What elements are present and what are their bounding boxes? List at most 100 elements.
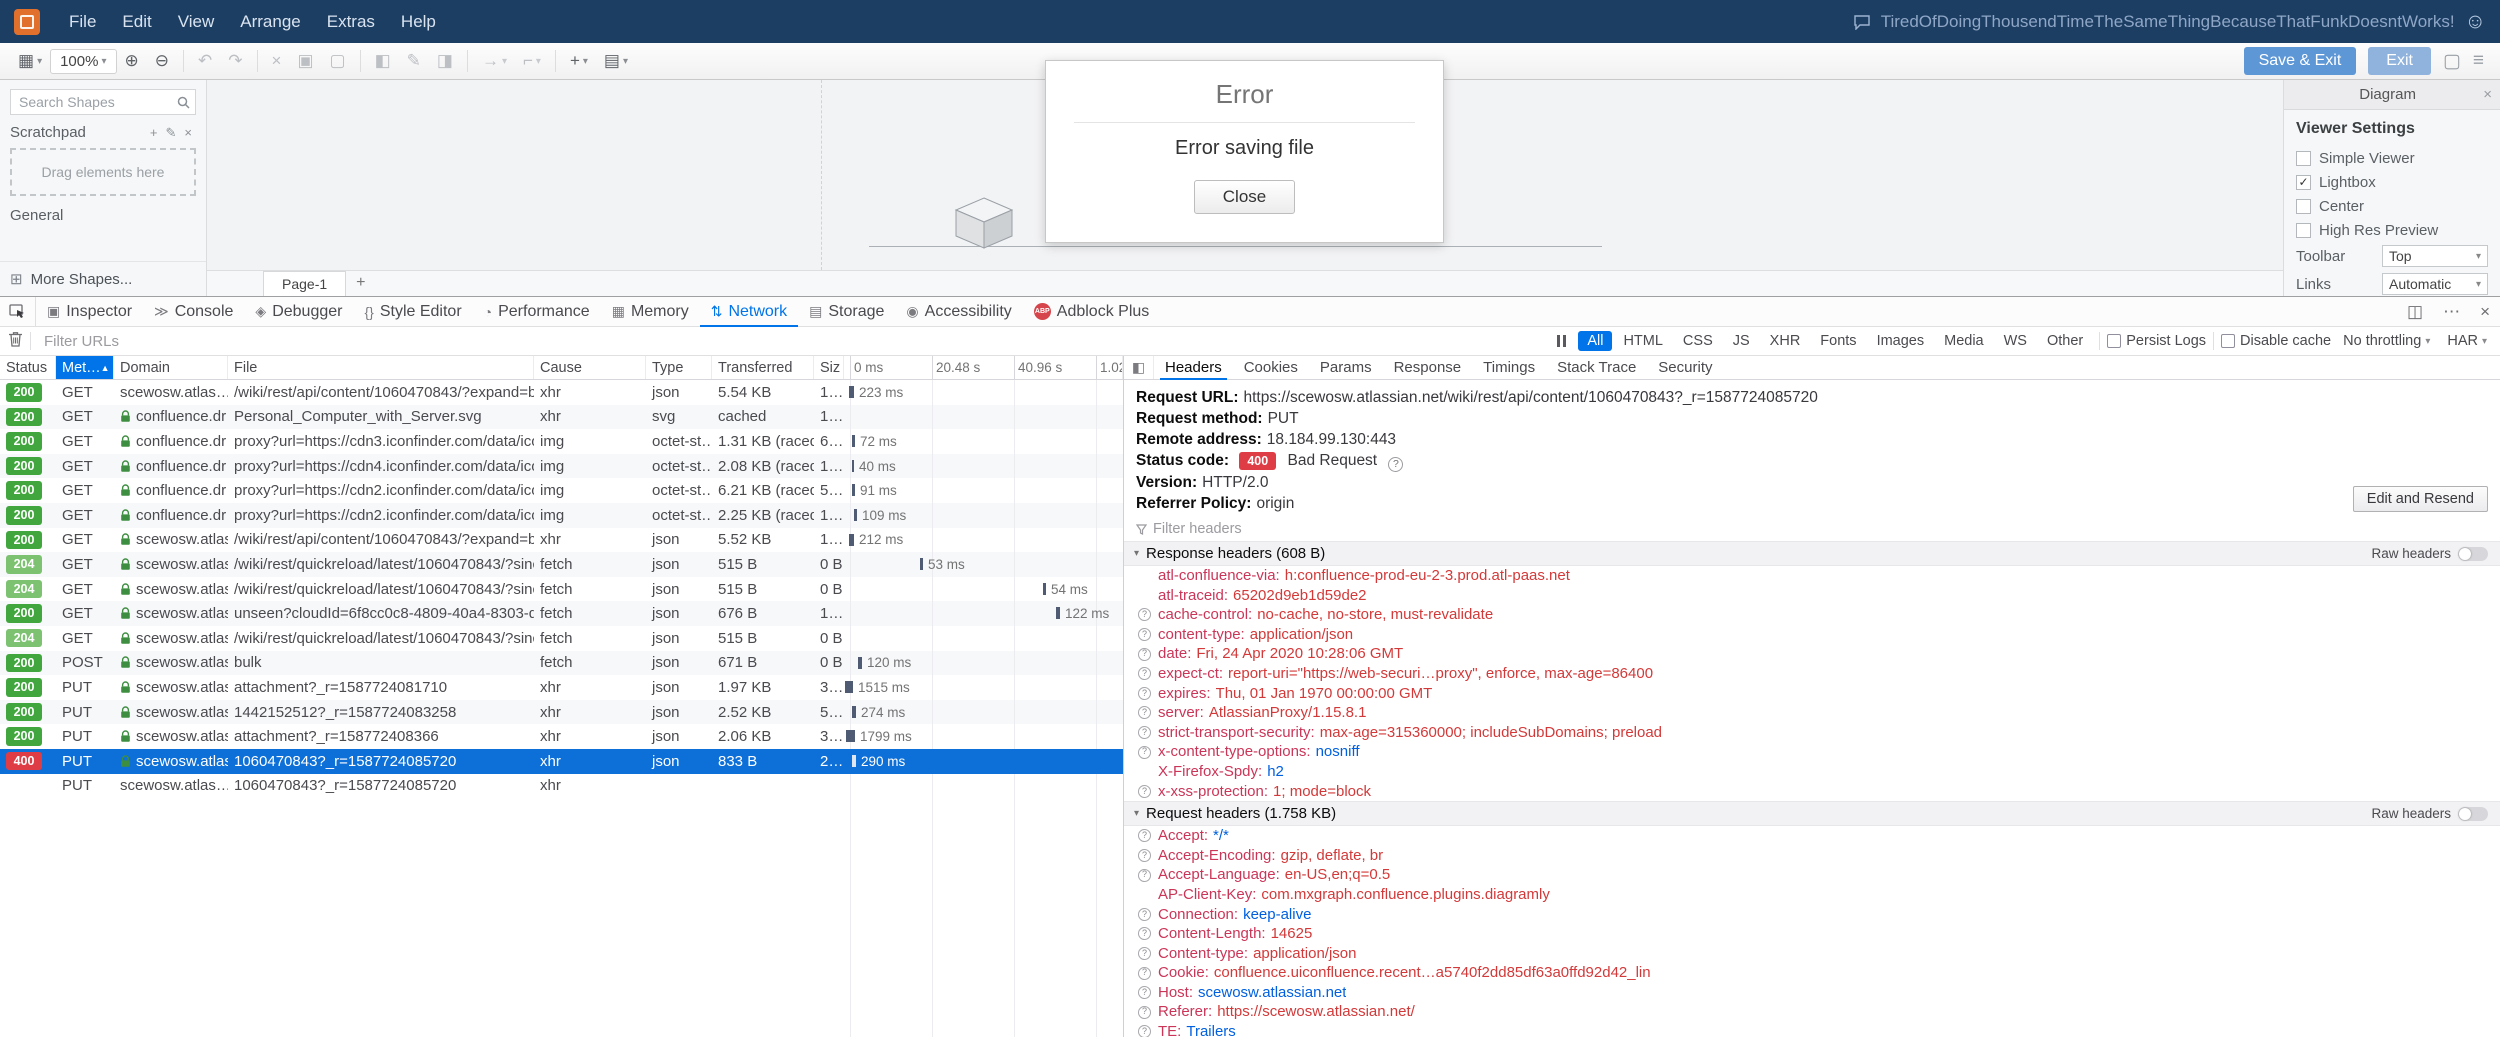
header-help-icon[interactable]: ? [1138,706,1151,720]
format-panel-close-icon[interactable]: × [2483,86,2492,103]
network-request-row[interactable]: 200 GET scewosw.atlas… unseen?cloudId=6f8cc… [0,601,1123,626]
filter-images[interactable]: Images [1868,331,1934,351]
edit-and-resend-button[interactable]: Edit and Resend [2352,486,2488,512]
devtools-tab-adblock-plus[interactable]: ABP Adblock Plus [1023,297,1161,326]
scratchpad-header[interactable]: Scratchpad + ✎ × [0,119,206,146]
column-header-siz[interactable]: Siz [814,356,844,379]
detail-tab-cookies[interactable]: Cookies [1233,356,1309,379]
general-section-header[interactable]: General [0,202,206,229]
to-front-icon[interactable]: ▣ [289,49,321,73]
network-request-row[interactable]: 204 GET scewosw.atlas… /wiki/rest/quickrelo… [0,552,1123,577]
filter-media[interactable]: Media [1935,331,1993,351]
filter-fonts[interactable]: Fonts [1811,331,1865,351]
view-icon[interactable]: ▦ ▾ [10,49,50,73]
page-tab[interactable]: Page-1 [263,271,347,296]
element-picker-button[interactable] [0,297,36,326]
filter-headers-input[interactable] [1153,521,1473,537]
devtools-menu-icon[interactable]: ⋯ [2433,302,2470,322]
pause-recording-button[interactable] [1552,335,1571,347]
request-headers-section-header[interactable]: ▾ Request headers (1.758 KB) Raw headers [1124,801,2500,827]
header-help-icon[interactable]: ? [1138,849,1151,863]
network-request-row[interactable]: 200 GET confluence.dr… proxy?url=https://cd… [0,429,1123,454]
header-help-icon[interactable]: ? [1138,667,1151,681]
header-help-icon[interactable]: ? [1138,745,1151,759]
raw-headers-toggle[interactable] [2458,806,2488,821]
connection-icon[interactable]: → ▾ [474,49,515,73]
zoom-in-icon[interactable]: ⊕ [117,49,147,73]
header-help-icon[interactable]: ? [1138,927,1151,941]
filter-html[interactable]: HTML [1614,331,1671,351]
column-header-status[interactable]: Status [0,356,56,379]
header-help-icon[interactable]: ? [1138,608,1151,622]
disable-cache-box[interactable] [2221,334,2236,348]
network-request-row[interactable]: 200 PUT scewosw.atlas… attachment?_r=158772… [0,724,1123,749]
devtools-tab-storage[interactable]: ▤ Storage [798,297,895,326]
redo-icon[interactable]: ↷ [220,49,250,73]
menu-file[interactable]: File [56,12,109,32]
table-icon[interactable]: ▤ ▾ [596,49,636,73]
persist-logs-box[interactable] [2107,334,2122,348]
twisty-icon[interactable]: ▾ [1134,548,1139,559]
network-request-row[interactable]: 200 GET confluence.dr… proxy?url=https://cd… [0,453,1123,479]
devtools-tab-memory[interactable]: ▦ Memory [601,297,700,326]
filter-js[interactable]: JS [1724,331,1759,351]
filter-urls-input[interactable] [38,332,1546,350]
exit-button[interactable]: Exit [2368,47,2431,75]
network-request-row[interactable]: 200 GET confluence.dr… Personal_Computer_wi… [0,404,1123,430]
twisty-icon[interactable]: ▾ [1134,808,1139,819]
zoom-select[interactable]: 100% ▾ [50,48,117,74]
headers-panel[interactable]: Request URL: https://scewosw.atlassian.ne… [1124,380,2500,1037]
network-request-row[interactable]: 200 PUT scewosw.atlas… 1442152512?_r=158772… [0,699,1123,725]
column-header-domain[interactable]: Domain [114,356,228,379]
filter-ws[interactable]: WS [1995,331,2036,351]
checkbox-high-res-preview[interactable]: High Res Preview [2296,218,2488,242]
column-header-cause[interactable]: Cause [534,356,646,379]
filter-xhr[interactable]: XHR [1761,331,1810,351]
menu-edit[interactable]: Edit [109,12,164,32]
devtools-tab-accessibility[interactable]: ◉ Accessibility [895,297,1022,326]
status-help-icon[interactable]: ? [1388,457,1404,472]
devtools-tab-network[interactable]: ⇅ Network [699,297,799,327]
column-header-file[interactable]: File [228,356,534,379]
detail-tab-params[interactable]: Params [1309,356,1383,379]
network-request-row[interactable]: 200 GET scewosw.atlas… /wiki/rest/api/conte… [0,380,1123,405]
network-request-row[interactable]: 200 GET confluence.dr… proxy?url=https://cd… [0,478,1123,503]
header-help-icon[interactable]: ? [1138,686,1151,700]
format-tab-diagram[interactable]: Diagram [2292,86,2483,103]
menu-arrange[interactable]: Arrange [227,12,313,32]
menu-extras[interactable]: Extras [314,12,388,32]
filter-all[interactable]: All [1578,331,1613,351]
save-and-exit-button[interactable]: Save & Exit [2243,47,2357,75]
shadow-icon[interactable]: ◨ [429,49,461,73]
column-header-type[interactable]: Type [646,356,712,379]
filter-css[interactable]: CSS [1674,331,1722,351]
header-help-icon[interactable]: ? [1138,784,1151,798]
fullscreen-icon[interactable]: ▢ [2443,50,2461,73]
delete-icon[interactable]: × [264,49,290,73]
header-help-icon[interactable]: ? [1138,1025,1151,1037]
header-help-icon[interactable]: ? [1138,829,1151,843]
header-help-icon[interactable]: ? [1138,907,1151,921]
network-request-row[interactable]: 200 GET scewosw.atlas… /wiki/rest/api/conte… [0,527,1123,553]
to-back-icon[interactable]: ▢ [322,49,354,73]
response-headers-section-header[interactable]: ▾ Response headers (608 B) Raw headers [1124,541,2500,566]
more-shapes-button[interactable]: ⊞ More Shapes... [0,261,206,296]
checkbox-simple-viewer[interactable]: Simple Viewer [2296,146,2488,170]
zoom-out-icon[interactable]: ⊖ [147,49,177,73]
devtools-tab-console[interactable]: ≫ Console [143,297,244,326]
devtools-close-icon[interactable]: × [2470,302,2500,322]
menu-view[interactable]: View [165,12,228,32]
header-help-icon[interactable]: ? [1138,726,1151,740]
checkbox-box-simple-viewer[interactable] [2296,150,2311,166]
menu-help[interactable]: Help [388,12,449,32]
detail-tab-security[interactable]: Security [1647,356,1723,379]
network-request-row[interactable]: 200 POST scewosw.atlas… bulk fetch json 671 B 0… [0,650,1123,676]
detail-tab-headers[interactable]: Headers [1154,356,1233,380]
checkbox-box-center[interactable] [2296,198,2311,214]
detail-tab-stack-trace[interactable]: Stack Trace [1546,356,1647,379]
checkbox-box-lightbox[interactable]: ✓ [2296,174,2311,190]
network-request-row[interactable]: 200 PUT scewosw.atlas… attachment?_r=158772… [0,675,1123,700]
more-options-icon[interactable]: ≡ [2473,50,2484,72]
har-select[interactable]: HAR ▾ [2442,333,2492,349]
checkbox-box-high-res-preview[interactable] [2296,222,2311,238]
